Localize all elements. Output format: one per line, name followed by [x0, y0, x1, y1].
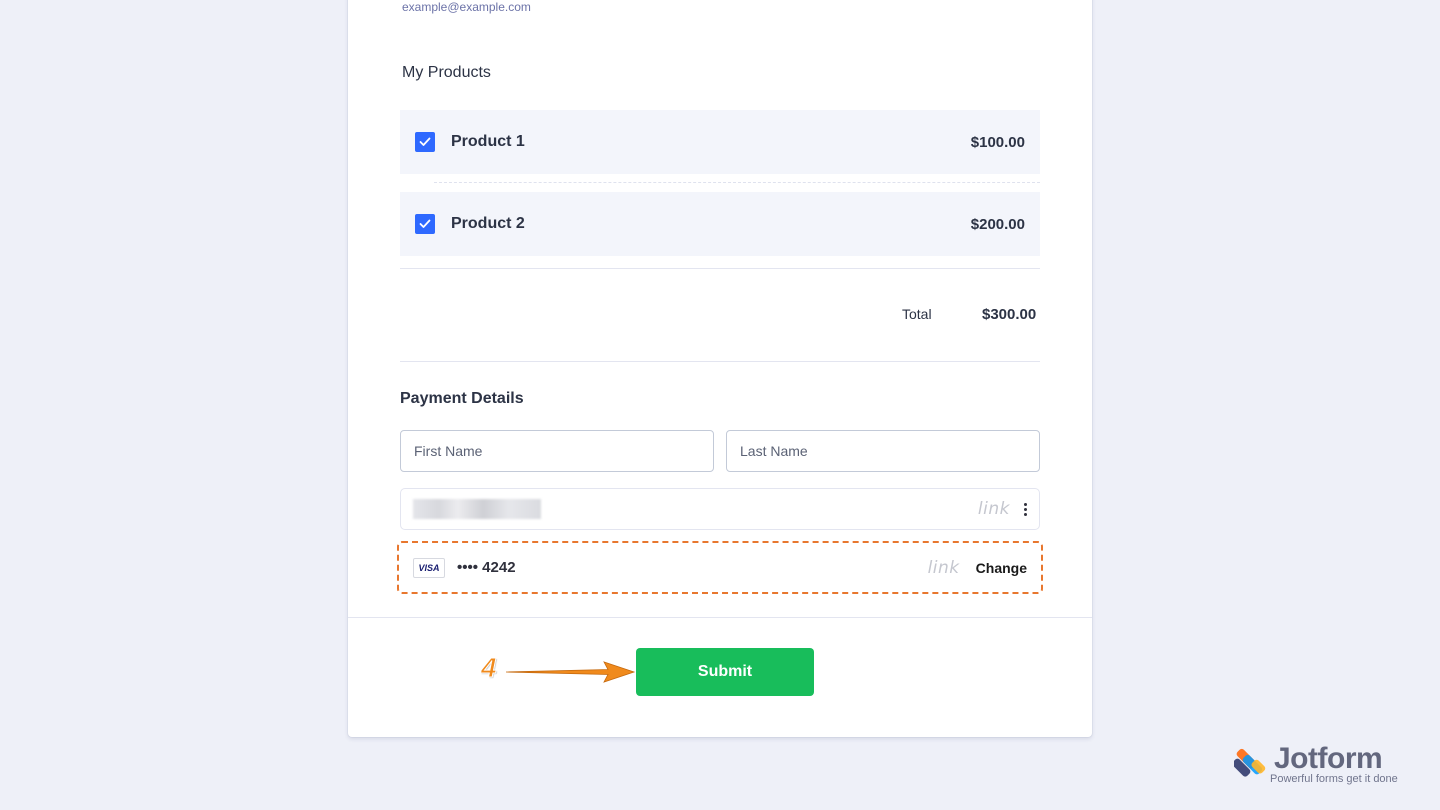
submit-button[interactable]: Submit [636, 648, 814, 696]
jotform-brand-name: Jotform [1274, 742, 1383, 775]
link-email-row[interactable]: link [400, 488, 1040, 530]
product-price: $200.00 [970, 215, 1025, 233]
first-name-field[interactable]: First Name [400, 430, 714, 472]
payment-details-title: Payment Details [400, 390, 524, 407]
visa-logo-icon: VISA [413, 557, 445, 578]
product-2-checkbox[interactable] [415, 214, 435, 234]
product-name: Product 2 [451, 215, 525, 232]
divider [400, 361, 1040, 362]
arrow-annotation-icon [505, 661, 636, 683]
first-name-placeholder: First Name [414, 443, 483, 459]
footer-divider [348, 617, 1092, 618]
card-number: •••• 4242 [457, 559, 516, 576]
last-name-field[interactable]: Last Name [726, 430, 1040, 472]
total-label: Total [902, 306, 932, 322]
divider [400, 268, 1040, 269]
change-card-button[interactable]: Change [976, 560, 1027, 576]
check-icon [419, 219, 431, 228]
saved-card-row[interactable]: VISA •••• 4242 link Change [397, 541, 1043, 594]
link-logo: link [927, 557, 960, 578]
jotform-logo-icon [1234, 748, 1266, 777]
link-logo: link [977, 499, 1010, 519]
jotform-tagline: Powerful forms get it done [1270, 773, 1398, 785]
product-row[interactable]: Product 2 $200.00 [400, 192, 1040, 256]
product-price: $100.00 [970, 133, 1025, 151]
product-1-checkbox[interactable] [415, 132, 435, 152]
total-value: $300.00 [982, 306, 1037, 323]
email-sublabel: example@example.com [402, 0, 531, 14]
my-products-label: My Products [402, 64, 491, 81]
check-icon [419, 137, 431, 146]
product-name: Product 1 [451, 133, 525, 150]
step-number-annotation: 4 [481, 652, 498, 684]
product-row[interactable]: Product 1 $100.00 [400, 110, 1040, 174]
more-options-icon[interactable] [1024, 502, 1027, 516]
blurred-email [413, 499, 541, 519]
last-name-placeholder: Last Name [740, 443, 808, 459]
product-divider [434, 182, 1040, 183]
